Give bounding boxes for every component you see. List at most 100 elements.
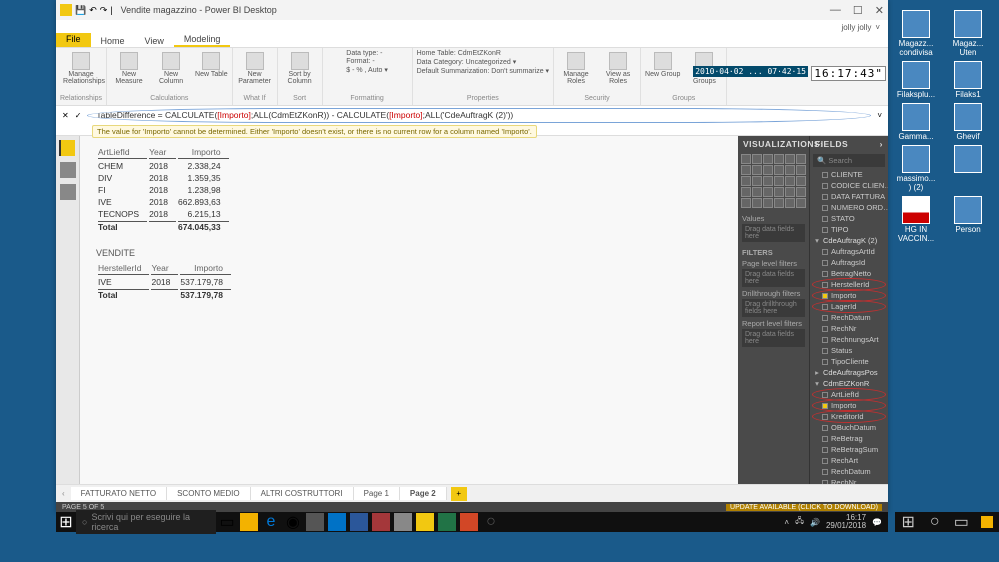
cortana-circle-icon[interactable]: ○ <box>482 513 500 531</box>
field-column[interactable]: NUMERO ORD… <box>810 202 888 213</box>
field-checkbox[interactable] <box>822 315 828 321</box>
field-checkbox[interactable] <box>822 304 828 310</box>
field-column[interactable]: RechNr <box>810 477 888 484</box>
viz-type-icon[interactable] <box>763 165 773 175</box>
user-chevron-icon[interactable]: ˅ <box>875 23 880 32</box>
field-checkbox[interactable] <box>822 172 828 178</box>
sort-by-column-button[interactable]: Sort by Column <box>282 52 318 85</box>
desktop-shortcut[interactable]: Filaksplu... <box>895 61 937 99</box>
field-column[interactable]: RechArt <box>810 455 888 466</box>
viz-type-icon[interactable] <box>763 176 773 186</box>
taskbar-date[interactable]: 29/01/2018 <box>826 522 866 530</box>
desktop-shortcut[interactable]: Magaz... Uten <box>947 10 989 57</box>
field-column[interactable]: RechDatum <box>810 312 888 323</box>
desktop-shortcut[interactable] <box>947 145 989 192</box>
file-tab[interactable]: File <box>56 33 91 47</box>
field-table[interactable]: ▾CdmEtZKonR <box>810 378 888 389</box>
table-header[interactable]: Importo <box>180 262 231 275</box>
report-view-icon[interactable] <box>59 140 75 156</box>
powerbi-taskbar-icon[interactable] <box>416 513 434 531</box>
minimize-button[interactable]: — <box>830 4 841 17</box>
viz-type-icon[interactable] <box>741 154 751 164</box>
new-measure-button[interactable]: New Measure <box>111 52 147 85</box>
expand-icon[interactable]: ▸ <box>814 368 820 377</box>
page-nav-left-icon[interactable]: ‹ <box>56 489 71 498</box>
viz-type-icon[interactable] <box>752 154 762 164</box>
data-view-icon[interactable] <box>60 162 76 178</box>
field-column[interactable]: TIPO <box>810 224 888 235</box>
viz-type-icon[interactable] <box>752 165 762 175</box>
field-column[interactable]: ReBetragSum <box>810 444 888 455</box>
viz-type-icon[interactable] <box>774 165 784 175</box>
field-column[interactable]: STATO <box>810 213 888 224</box>
field-checkbox[interactable] <box>822 392 828 398</box>
field-column[interactable]: DATA FATTURA <box>810 191 888 202</box>
table-row[interactable]: FI20181.238,98 <box>98 185 229 195</box>
page-tab[interactable]: Page 1 <box>354 487 400 500</box>
new-parameter-button[interactable]: New Parameter <box>237 52 273 85</box>
app-icon[interactable] <box>394 513 412 531</box>
fields-search-input[interactable]: 🔍 Search <box>813 154 885 167</box>
currency-controls[interactable]: $ - % , Auto ▾ <box>346 66 388 74</box>
formula-input[interactable]: TableDifference = CALCULATE([Importo];AL… <box>87 108 871 123</box>
word-icon[interactable] <box>350 513 368 531</box>
field-table[interactable]: ▸CdeAuftragsPos <box>810 367 888 378</box>
table-header[interactable]: Year <box>151 262 178 275</box>
desktop-shortcut[interactable]: Ghevif <box>947 103 989 141</box>
field-column[interactable]: OBuchDatum <box>810 422 888 433</box>
table-visual-1[interactable]: ArtLiefIdYearImporto CHEM20182.338,24DIV… <box>96 144 231 234</box>
formula-close-icon[interactable]: ✕ <box>62 111 69 120</box>
field-checkbox[interactable] <box>822 249 828 255</box>
task-view-icon-2[interactable]: ▭ <box>954 515 968 529</box>
viz-type-icon[interactable] <box>774 176 784 186</box>
task-view-icon[interactable]: ▭ <box>218 513 236 531</box>
field-column[interactable]: RechDatum <box>810 466 888 477</box>
tab-home[interactable]: Home <box>91 35 135 47</box>
viz-type-icon[interactable] <box>796 198 806 208</box>
viz-type-icon[interactable] <box>741 176 751 186</box>
page-tab[interactable]: SCONTO MEDIO <box>167 487 251 500</box>
field-checkbox[interactable] <box>822 227 828 233</box>
field-column[interactable]: BetragNetto <box>810 268 888 279</box>
view-as-roles-button[interactable]: View as Roles <box>600 52 636 85</box>
summarization-dropdown[interactable]: Default Summarization: Don't summarize ▾ <box>417 67 549 75</box>
table-row[interactable]: DIV20181.359,35 <box>98 173 229 183</box>
qat-redo-icon[interactable]: ↷ <box>100 5 108 16</box>
page-filters-well[interactable]: Drag data fields here <box>742 269 805 287</box>
viz-type-icon[interactable] <box>785 165 795 175</box>
powerpoint-icon[interactable] <box>460 513 478 531</box>
viz-type-icon[interactable] <box>741 187 751 197</box>
field-checkbox[interactable] <box>822 337 828 343</box>
calculator-icon[interactable] <box>306 513 324 531</box>
page-tab[interactable]: FATTURATO NETTO <box>71 487 167 500</box>
update-available-button[interactable]: UPDATE AVAILABLE (CLICK TO DOWNLOAD) <box>726 504 882 511</box>
formula-check-icon[interactable]: ✓ <box>75 111 82 120</box>
taskbar-search-input[interactable]: ○ Scrivi qui per eseguire la ricerca <box>76 510 216 534</box>
new-table-button[interactable]: New Table <box>195 52 228 78</box>
values-well[interactable]: Drag data fields here <box>742 224 805 242</box>
viz-type-icon[interactable] <box>774 198 784 208</box>
viz-type-icon[interactable] <box>796 176 806 186</box>
tray-volume-icon[interactable]: 🔊 <box>810 518 820 527</box>
viz-type-icon[interactable] <box>763 198 773 208</box>
field-checkbox[interactable] <box>822 282 828 288</box>
qat-undo-icon[interactable]: ↶ <box>89 5 97 16</box>
table-visual-2[interactable]: HerstellerIdYearImporto IVE2018537.179,7… <box>96 260 233 302</box>
viz-type-icon[interactable] <box>752 187 762 197</box>
access-icon[interactable] <box>372 513 390 531</box>
new-group-button[interactable]: New Group <box>645 52 680 78</box>
field-checkbox[interactable] <box>822 447 828 453</box>
field-checkbox[interactable] <box>822 194 828 200</box>
field-checkbox[interactable] <box>822 458 828 464</box>
table-header[interactable]: Importo <box>178 146 229 159</box>
table-row[interactable]: TECNOPS20186.215,13 <box>98 209 229 219</box>
field-checkbox[interactable] <box>822 414 828 420</box>
field-checkbox[interactable] <box>822 469 828 475</box>
start-button-2[interactable]: ⊞ <box>901 515 915 529</box>
viz-type-icon[interactable] <box>774 154 784 164</box>
hometable-dropdown[interactable]: Home Table: CdmEtZKonR <box>417 50 549 57</box>
desktop-shortcut[interactable]: Person <box>947 196 989 243</box>
field-column[interactable]: KreditorId <box>810 411 888 422</box>
desktop-shortcut[interactable]: massimo... ) (2) <box>895 145 937 192</box>
field-column[interactable]: Importo <box>810 290 888 301</box>
